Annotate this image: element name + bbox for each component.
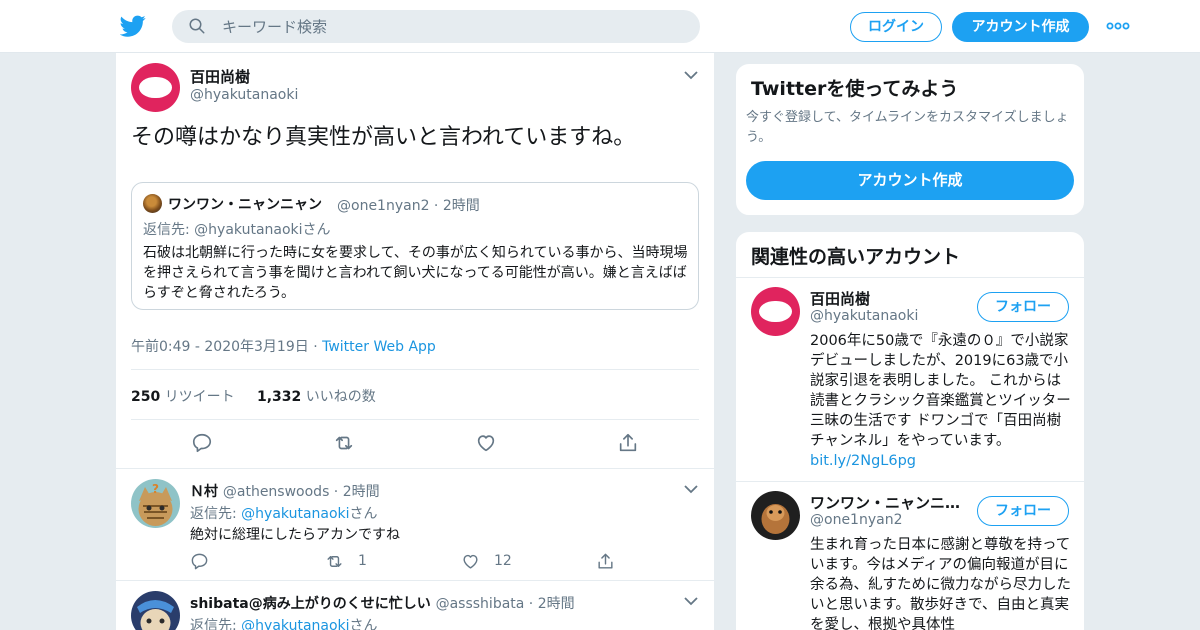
search-box[interactable] xyxy=(172,10,700,43)
like-count: 12 xyxy=(494,553,512,569)
retweet-action[interactable]: 1 xyxy=(325,551,367,571)
account-handle[interactable]: @hyakutanaoki xyxy=(810,308,918,324)
reply-tweet[interactable]: shibata@病み上がりのくせに忙しい @assshibata · 2時間 返… xyxy=(116,580,714,630)
reply-time[interactable]: 2時間 xyxy=(343,484,380,500)
quoted-tweet[interactable]: ワンワン・ニャンニャン @one1nyan2 · 2時間 返信先: @hyaku… xyxy=(131,182,699,310)
reply-author-handle[interactable]: @athenswoods xyxy=(223,484,329,500)
reply-author-name[interactable]: Ｎ村 @athenswoods · 2時間 xyxy=(190,481,380,501)
like-icon[interactable] xyxy=(475,432,497,454)
divider xyxy=(131,419,699,420)
reply-author-handle[interactable]: @assshibata xyxy=(436,596,525,612)
account-name[interactable]: 百田尚樹 xyxy=(810,288,970,309)
avatar[interactable] xyxy=(131,591,180,630)
reply-action[interactable] xyxy=(190,551,209,571)
follow-button[interactable]: フォロー xyxy=(977,496,1069,526)
account-bio-link[interactable]: bit.ly/2NgL6pg xyxy=(810,451,1072,471)
svg-text:?: ? xyxy=(152,482,159,496)
like-icon[interactable] xyxy=(461,552,480,571)
related-accounts-title: 関連性の高いアカウント xyxy=(751,246,961,268)
reply-author-name[interactable]: shibata@病み上がりのくせに忙しい @assshibata · 2時間 xyxy=(190,593,575,613)
more-options-icon[interactable] xyxy=(1106,18,1130,34)
account-bio: 生まれ育った日本に感謝と尊敬を持っています。今はメディアの偏向報道が目に余る為、… xyxy=(810,537,1071,630)
like-action[interactable]: 12 xyxy=(461,551,512,571)
avatar[interactable]: ? xyxy=(131,479,180,528)
main-timeline: 百田尚樹 @hyakutanaoki その噂はかなり真実性が高いと言われています… xyxy=(115,53,715,630)
reply-icon[interactable] xyxy=(190,552,209,571)
quoted-author-handle: @one1nyan2 · 2時間 xyxy=(337,198,480,214)
reply-to-handle-link[interactable]: @hyakutanaoki xyxy=(241,506,349,522)
retweet-count[interactable]: 250 xyxy=(131,389,160,405)
related-accounts-card: 関連性の高いアカウント 百田尚樹 @hyakutanaoki フォロー 2006… xyxy=(735,231,1085,630)
account-handle[interactable]: @one1nyan2 xyxy=(810,512,902,528)
divider xyxy=(131,369,699,370)
divider xyxy=(736,277,1084,278)
chevron-down-icon[interactable] xyxy=(684,596,698,606)
reply-to-handle-link[interactable]: @hyakutanaoki xyxy=(241,618,349,630)
avatar[interactable] xyxy=(751,491,800,540)
signup-card-title: Twitterを使ってみよう xyxy=(751,78,959,100)
author-handle[interactable]: @hyakutanaoki xyxy=(190,87,298,103)
tweet-text: その噂はかなり真実性が高いと言われていますね。 xyxy=(131,125,636,150)
twitter-bird-icon[interactable] xyxy=(120,13,146,39)
reply-icon[interactable] xyxy=(191,432,213,454)
avatar[interactable] xyxy=(751,287,800,336)
quoted-time: 2時間 xyxy=(442,198,480,214)
share-action[interactable] xyxy=(596,551,615,571)
reply-to-line: 返信先: @hyakutanaokiさん xyxy=(190,506,378,522)
signup-card: Twitterを使ってみよう 今すぐ登録して、タイムラインをカスタマイズしましょ… xyxy=(735,63,1085,216)
account-name[interactable]: ワンワン・ニャンニャン xyxy=(810,492,970,513)
reply-text: 絶対に総理にしたらアカンですね xyxy=(190,527,400,543)
search-input[interactable] xyxy=(222,10,692,43)
reply-to-line: 返信先: @hyakutanaokiさん xyxy=(190,615,378,630)
retweet-icon[interactable] xyxy=(333,432,355,454)
signup-card-button[interactable]: アカウント作成 xyxy=(746,161,1074,200)
signup-card-subtitle: 今すぐ登録して、タイムラインをカスタマイズしましょう。 xyxy=(746,110,1069,145)
top-bar: ログイン アカウント作成 xyxy=(0,0,1200,53)
retweet-icon[interactable] xyxy=(325,552,344,571)
avatar[interactable] xyxy=(131,63,180,112)
source-app-link[interactable]: Twitter Web App xyxy=(322,339,436,355)
follow-button[interactable]: フォロー xyxy=(977,292,1069,322)
share-icon[interactable] xyxy=(617,432,639,454)
avatar xyxy=(143,194,162,213)
retweet-label[interactable]: リツイート xyxy=(165,389,235,405)
tweet-stats: 250 リツイート 1,332 いいねの数 xyxy=(131,386,376,406)
chevron-down-icon[interactable] xyxy=(684,70,698,80)
like-count[interactable]: 1,332 xyxy=(257,389,301,405)
author-name[interactable]: 百田尚樹 xyxy=(190,66,250,87)
like-label[interactable]: いいねの数 xyxy=(306,389,376,405)
login-button[interactable]: ログイン xyxy=(850,12,942,42)
reply-time[interactable]: 2時間 xyxy=(538,596,575,612)
retweet-count: 1 xyxy=(358,553,367,569)
signup-button[interactable]: アカウント作成 xyxy=(952,12,1089,42)
divider xyxy=(736,481,1084,482)
tweet-metadata: 午前0:49 - 2020年3月19日 · Twitter Web App xyxy=(131,339,436,355)
quoted-author-name: ワンワン・ニャンニャン xyxy=(168,197,322,213)
account-bio: 2006年に50歳で『永遠の０』で小説家デビューしましたが、2019に63歳で小… xyxy=(810,333,1072,471)
tweet-timestamp[interactable]: 午前0:49 - 2020年3月19日 xyxy=(131,339,309,355)
share-icon[interactable] xyxy=(596,552,615,571)
quoted-tweet-text: 石破は北朝鮮に行った時に女を要求して、その事が広く知られている事から、当時現場を… xyxy=(143,245,688,301)
quoted-reply-to: 返信先: @hyakutanaokiさん xyxy=(143,222,331,238)
search-icon xyxy=(189,18,205,34)
chevron-down-icon[interactable] xyxy=(684,484,698,494)
reply-tweet[interactable]: ? Ｎ村 @athenswoods · 2時間 返信先: @hyakutanao… xyxy=(116,468,714,580)
